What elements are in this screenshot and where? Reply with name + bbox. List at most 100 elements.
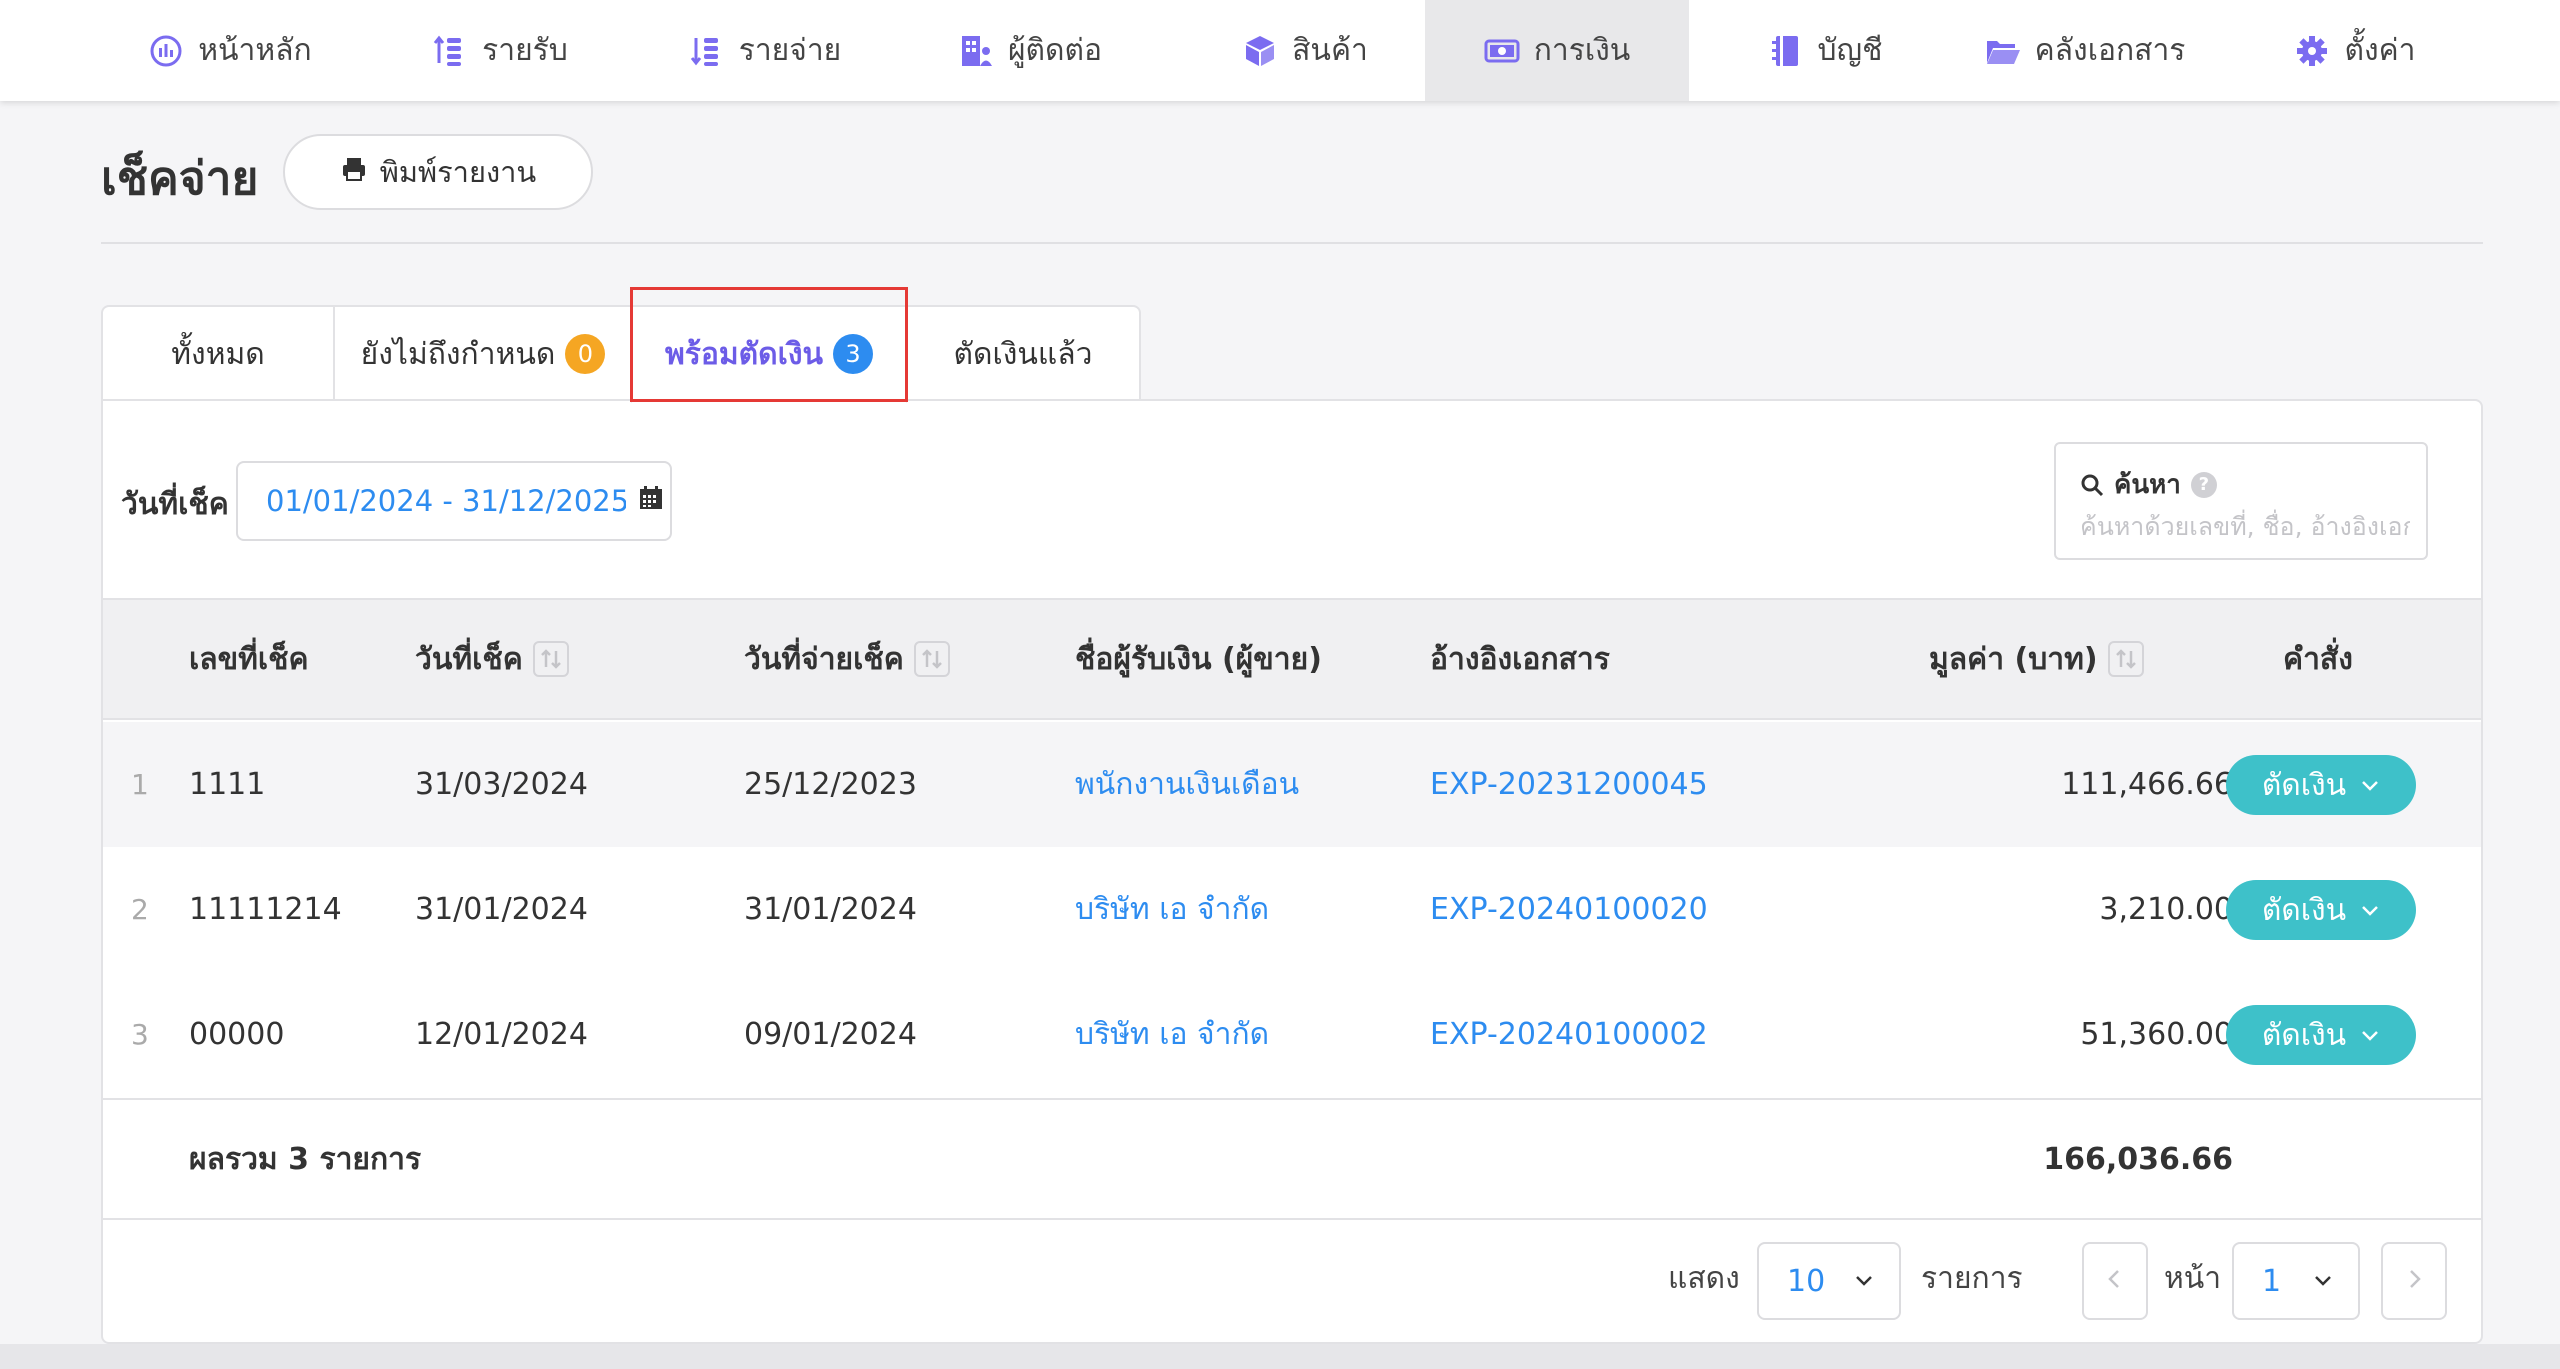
nav-item-label: การเงิน — [1533, 33, 1631, 68]
bottom-strip — [0, 1344, 2560, 1369]
nav-item-label: รายรับ — [482, 33, 568, 68]
nav-item-products[interactable]: สินค้า — [1225, 0, 1385, 101]
tab-label: ตัดเงินแล้ว — [953, 336, 1093, 372]
deduct-button[interactable]: ตัดเงิน — [2226, 1005, 2416, 1065]
nav-item-dashboard[interactable]: หน้าหลัก — [130, 0, 330, 101]
nav-item-documents[interactable]: คลังเอกสาร — [1980, 0, 2190, 101]
table-row[interactable]: 1 1111 31/03/2024 25/12/2023 พนักงานเงิน… — [103, 722, 2481, 847]
table-header: เลขที่เช็ค วันที่เช็ค วันที่จ่ายเช็ค ชื่… — [103, 598, 2481, 720]
page-size-value: 10 — [1787, 1263, 1826, 1299]
payee-link[interactable]: บริษัท เอ จำกัด — [1075, 847, 1269, 972]
sort-icon[interactable] — [532, 641, 569, 677]
page-size-select[interactable]: 10 — [1757, 1242, 1901, 1320]
check-date: 31/03/2024 — [415, 767, 588, 802]
tab-ready-to-deduct[interactable]: พร้อมตัดเงิน 3 — [631, 305, 907, 403]
amount: 3,210.00 — [2099, 892, 2233, 927]
total-label: ผลรวม 3 รายการ — [189, 1141, 422, 1177]
tab-all[interactable]: ทั้งหมด — [101, 305, 335, 401]
deduct-button[interactable]: ตัดเงิน — [2226, 755, 2416, 815]
cheque-panel: วันที่เช็ค ค้นหา ? เลขที่เช็ค วันที่เช็ค… — [101, 399, 2483, 1344]
column-label: มูลค่า (บาท) — [1929, 641, 2098, 677]
chevron-down-icon — [2312, 1264, 2334, 1299]
page-select[interactable]: 1 — [2232, 1242, 2360, 1320]
chevron-down-icon — [1853, 1264, 1875, 1299]
page-title: เช็คจ่าย — [101, 151, 259, 205]
chevron-right-icon — [2402, 1267, 2426, 1295]
search-label-row: ค้นหา ? — [2080, 464, 2217, 505]
reference-link[interactable]: EXP-20231200045 — [1430, 722, 1708, 847]
top-navigation: หน้าหลัก รายรับ รายจ่าย ผู้ติดต่อ สินค้า… — [0, 0, 2560, 101]
column-label: วันที่จ่ายเช็ค — [744, 641, 904, 677]
search-box: ค้นหา ? — [2054, 442, 2428, 560]
count-badge: 3 — [833, 334, 874, 374]
sort-icon[interactable] — [2107, 641, 2144, 677]
expense-icon — [689, 33, 725, 69]
nav-item-label: ตั้งค่า — [2344, 33, 2416, 68]
column-header-amount[interactable]: มูลค่า (บาท) — [1929, 600, 2144, 718]
date-range-picker[interactable] — [236, 461, 672, 541]
column-header-pay-date[interactable]: วันที่จ่ายเช็ค — [744, 600, 950, 718]
date-range-input[interactable] — [266, 484, 626, 518]
help-icon[interactable]: ? — [2190, 471, 2217, 498]
check-date: 31/01/2024 — [415, 892, 588, 927]
money-icon — [1484, 33, 1520, 69]
check-date: 12/01/2024 — [415, 1017, 588, 1052]
deduct-button[interactable]: ตัดเงิน — [2226, 880, 2416, 940]
nav-item-income[interactable]: รายรับ — [420, 0, 580, 101]
column-label: คำสั่ง — [2283, 641, 2353, 677]
nav-item-label: ผู้ติดต่อ — [1007, 33, 1103, 68]
column-label: วันที่เช็ค — [415, 641, 523, 677]
search-input[interactable] — [2080, 508, 2410, 544]
column-label: ชื่อผู้รับเงิน (ผู้ขาย) — [1075, 641, 1322, 677]
next-page-button[interactable] — [2381, 1242, 2447, 1320]
cheque-number: 00000 — [189, 1017, 285, 1052]
nav-item-accounting[interactable]: บัญชี — [1760, 0, 1890, 101]
column-header-check-date[interactable]: วันที่เช็ค — [415, 600, 569, 718]
nav-item-expense[interactable]: รายจ่าย — [680, 0, 850, 101]
column-header-reference: อ้างอิงเอกสาร — [1430, 600, 1610, 718]
folder-open-icon — [1985, 33, 2021, 69]
table-row[interactable]: 3 00000 12/01/2024 09/01/2024 บริษัท เอ … — [103, 972, 2481, 1097]
print-report-label: พิมพ์รายงาน — [379, 155, 537, 189]
items-label: รายการ — [1921, 1260, 2023, 1296]
tab-label: ยังไม่ถึงกำหนด — [360, 336, 556, 372]
tab-deducted[interactable]: ตัดเงินแล้ว — [905, 305, 1141, 401]
chevron-left-icon — [2103, 1267, 2127, 1295]
deduct-label: ตัดเงิน — [2261, 892, 2347, 928]
nav-item-settings[interactable]: ตั้งค่า — [2285, 0, 2425, 101]
chevron-down-icon — [2360, 768, 2380, 803]
cheque-number: 11111214 — [189, 892, 342, 927]
nav-item-contacts[interactable]: ผู้ติดต่อ — [945, 0, 1115, 101]
printer-icon — [340, 155, 368, 190]
print-report-button[interactable]: พิมพ์รายงาน — [283, 134, 593, 210]
cheque-number: 1111 — [189, 767, 266, 802]
column-label: เลขที่เช็ค — [189, 641, 309, 677]
search-icon — [2080, 473, 2104, 497]
pay-date: 09/01/2024 — [744, 1017, 917, 1052]
column-label: อ้างอิงเอกสาร — [1430, 641, 1610, 677]
nav-item-finance[interactable]: การเงิน — [1425, 0, 1689, 101]
count-badge: 0 — [565, 334, 606, 374]
header-divider — [101, 242, 2483, 244]
tab-not-due[interactable]: ยังไม่ถึงกำหนด 0 — [333, 305, 633, 401]
previous-page-button[interactable] — [2082, 1242, 2148, 1320]
amount: 51,360.00 — [2080, 1017, 2233, 1052]
gear-icon — [2294, 33, 2330, 69]
page-label: หน้า — [2164, 1260, 2222, 1296]
product-box-icon — [1242, 33, 1278, 69]
deduct-label: ตัดเงิน — [2261, 1017, 2347, 1053]
sort-icon[interactable] — [913, 641, 950, 677]
income-icon — [432, 33, 468, 69]
total-row: ผลรวม 3 รายการ 166,036.66 — [103, 1098, 2481, 1220]
column-header-action: คำสั่ง — [2283, 600, 2353, 718]
table-row[interactable]: 2 11111214 31/01/2024 31/01/2024 บริษัท … — [103, 847, 2481, 972]
reference-link[interactable]: EXP-20240100020 — [1430, 847, 1708, 972]
reference-link[interactable]: EXP-20240100002 — [1430, 972, 1708, 1097]
payee-link[interactable]: บริษัท เอ จำกัด — [1075, 972, 1269, 1097]
date-filter-label: วันที่เช็ค — [121, 487, 229, 522]
ledger-book-icon — [1768, 33, 1804, 69]
dashboard-icon — [148, 33, 184, 69]
payee-link[interactable]: พนักงานเงินเดือน — [1075, 722, 1299, 847]
chevron-down-icon — [2360, 1018, 2380, 1053]
page-size-label: แสดง — [1668, 1260, 1740, 1296]
